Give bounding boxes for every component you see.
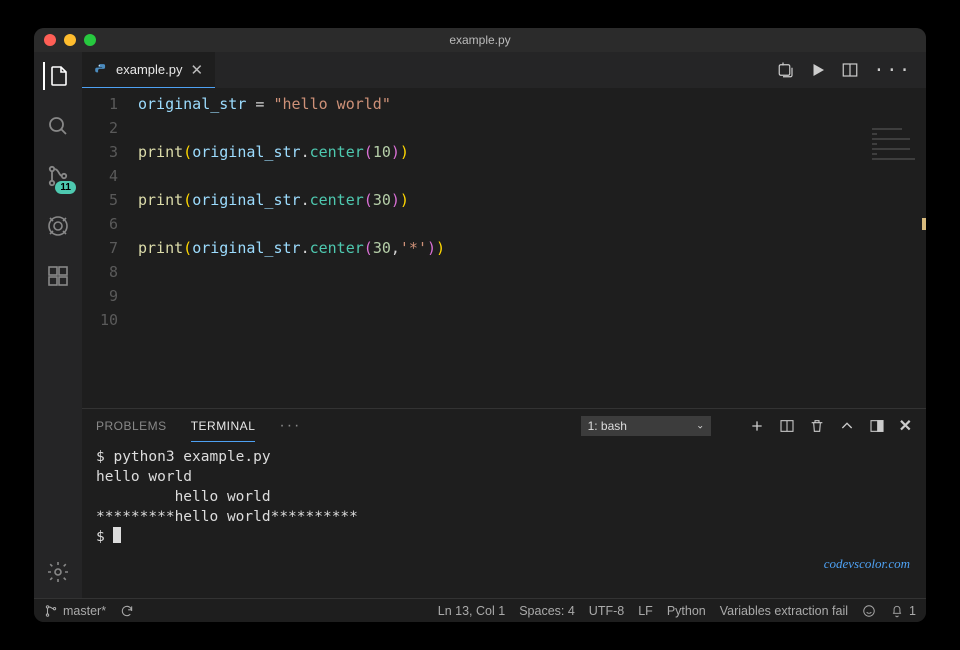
- debug-icon[interactable]: [44, 212, 72, 240]
- compare-changes-icon[interactable]: [777, 61, 795, 79]
- code-content[interactable]: original_str = "hello world" print(origi…: [138, 92, 926, 408]
- branch-icon: [44, 604, 58, 618]
- status-eol[interactable]: LF: [638, 604, 653, 618]
- panel-tabs: PROBLEMS TERMINAL ··· 1: bash: [82, 409, 926, 443]
- overview-ruler-marker: [922, 218, 926, 230]
- maximize-panel-icon[interactable]: [839, 418, 855, 434]
- explorer-icon[interactable]: [43, 62, 71, 90]
- more-actions-icon[interactable]: ···: [873, 60, 912, 81]
- kill-terminal-icon[interactable]: [809, 418, 825, 434]
- close-panel-icon[interactable]: ✕: [899, 416, 912, 436]
- search-icon[interactable]: [44, 112, 72, 140]
- status-cursor-position[interactable]: Ln 13, Col 1: [438, 604, 505, 618]
- editor-actions: ···: [763, 52, 926, 88]
- titlebar: example.py: [34, 28, 926, 52]
- close-window-button[interactable]: [44, 34, 56, 46]
- activity-bar: 11: [34, 52, 82, 598]
- minimize-window-button[interactable]: [64, 34, 76, 46]
- toggle-panel-icon[interactable]: [869, 418, 885, 434]
- tab-example-py[interactable]: example.py ✕: [82, 52, 215, 88]
- watermark: codevscolor.com: [824, 556, 910, 572]
- terminal-output[interactable]: $ python3 example.pyhello world hello wo…: [82, 443, 926, 598]
- smiley-icon: [862, 604, 876, 618]
- line-number-gutter: 12345678910: [82, 92, 138, 408]
- python-file-icon: [94, 63, 108, 77]
- status-branch[interactable]: master*: [44, 604, 106, 618]
- status-notifications[interactable]: 1: [890, 604, 916, 618]
- bottom-panel: PROBLEMS TERMINAL ··· 1: bash: [82, 408, 926, 598]
- settings-gear-icon[interactable]: [44, 558, 72, 586]
- maximize-window-button[interactable]: [84, 34, 96, 46]
- panel-more-icon[interactable]: ···: [279, 417, 301, 435]
- panel-tab-problems[interactable]: PROBLEMS: [96, 411, 167, 441]
- status-language[interactable]: Python: [667, 604, 706, 618]
- window-controls: [44, 34, 96, 46]
- status-feedback[interactable]: [862, 604, 876, 618]
- terminal-select[interactable]: 1: bash: [581, 416, 711, 436]
- source-control-icon[interactable]: 11: [44, 162, 72, 190]
- extensions-icon[interactable]: [44, 262, 72, 290]
- split-terminal-icon[interactable]: [779, 418, 795, 434]
- split-editor-icon[interactable]: [841, 61, 859, 79]
- scm-badge: 11: [55, 181, 76, 194]
- sync-icon: [120, 604, 134, 618]
- editor-window: example.py 11: [34, 28, 926, 622]
- status-bar: master* Ln 13, Col 1 Spaces: 4 UTF-8 LF …: [34, 598, 926, 622]
- status-encoding[interactable]: UTF-8: [589, 604, 624, 618]
- new-terminal-icon[interactable]: [749, 418, 765, 434]
- panel-tab-terminal[interactable]: TERMINAL: [191, 411, 256, 442]
- run-icon[interactable]: [809, 61, 827, 79]
- tab-close-icon[interactable]: ✕: [190, 61, 203, 79]
- status-message[interactable]: Variables extraction fail: [720, 604, 848, 618]
- bell-icon: [890, 604, 904, 618]
- editor-group: example.py ✕ ··· 12345678910 original_st…: [82, 52, 926, 598]
- status-indent[interactable]: Spaces: 4: [519, 604, 575, 618]
- status-sync[interactable]: [120, 604, 134, 618]
- tab-label: example.py: [116, 62, 182, 77]
- window-title: example.py: [34, 33, 926, 47]
- editor-tabs: example.py ✕ ···: [82, 52, 926, 88]
- code-editor[interactable]: 12345678910 original_str = "hello world"…: [82, 88, 926, 408]
